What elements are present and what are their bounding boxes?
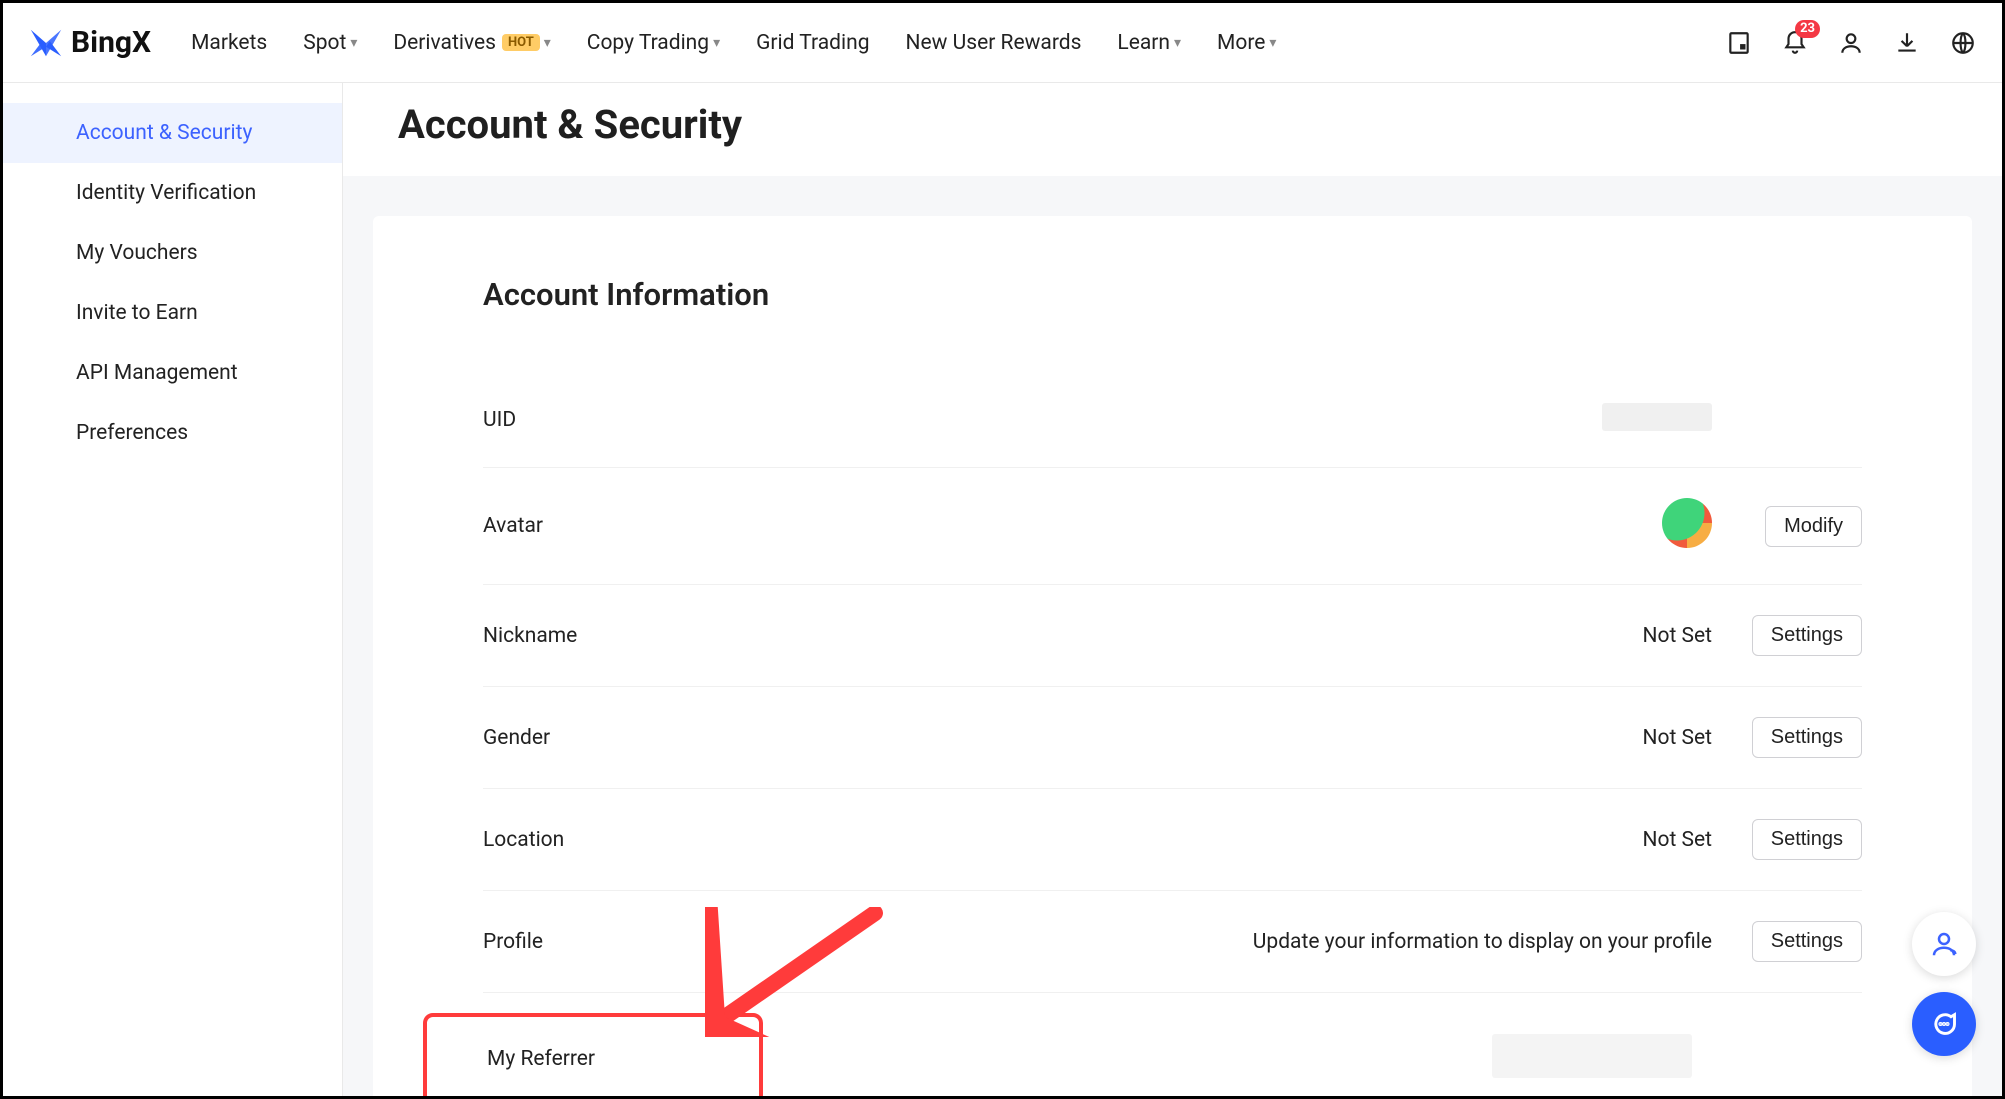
nav-derivatives-label: Derivatives bbox=[393, 31, 496, 55]
chevron-down-icon: ▾ bbox=[1174, 35, 1181, 51]
nickname-settings-button[interactable]: Settings bbox=[1752, 615, 1862, 656]
row-label-location: Location bbox=[483, 828, 783, 852]
row-action-avatar: Modify bbox=[1742, 506, 1862, 547]
sidebar-item-label: Preferences bbox=[76, 421, 188, 445]
location-settings-button[interactable]: Settings bbox=[1752, 819, 1862, 860]
support-icon bbox=[1929, 929, 1959, 959]
sidebar-item-api-management[interactable]: API Management bbox=[3, 343, 342, 403]
sidebar-item-invite-to-earn[interactable]: Invite to Earn bbox=[3, 283, 342, 343]
row-action-nickname: Settings bbox=[1742, 615, 1862, 656]
nav-learn[interactable]: Learn▾ bbox=[1117, 31, 1181, 55]
gender-settings-button[interactable]: Settings bbox=[1752, 717, 1862, 758]
row-value-uid bbox=[783, 403, 1742, 437]
row-action-profile: Settings bbox=[1742, 921, 1862, 962]
avatar-image bbox=[1662, 498, 1712, 548]
support-fab[interactable] bbox=[1912, 912, 1976, 976]
user-icon[interactable] bbox=[1836, 28, 1866, 58]
sidebar-item-identity-verification[interactable]: Identity Verification bbox=[3, 163, 342, 223]
notifications-icon[interactable]: 23 bbox=[1780, 28, 1810, 58]
nav-new-user-rewards-label: New User Rewards bbox=[906, 31, 1082, 55]
sidebar-item-account-security[interactable]: Account & Security bbox=[3, 103, 342, 163]
sidebar-item-label: Invite to Earn bbox=[76, 301, 198, 325]
sidebar-item-label: My Vouchers bbox=[76, 241, 198, 265]
nav-derivatives[interactable]: Derivatives HOT▾ bbox=[393, 31, 550, 55]
uid-masked-value bbox=[1602, 403, 1712, 431]
annotation-highlight-box: My Referrer bbox=[423, 1013, 763, 1096]
nav-copy-trading[interactable]: Copy Trading▾ bbox=[587, 31, 720, 55]
row-label-avatar: Avatar bbox=[483, 514, 783, 538]
sidebar-item-label: API Management bbox=[76, 361, 238, 385]
chevron-down-icon: ▾ bbox=[1269, 35, 1276, 51]
row-nickname: Nickname Not Set Settings bbox=[483, 585, 1862, 687]
row-action-location: Settings bbox=[1742, 819, 1862, 860]
sidebar-item-label: Account & Security bbox=[76, 121, 252, 145]
nav-learn-label: Learn bbox=[1117, 31, 1170, 55]
logo-mark-icon bbox=[27, 24, 65, 62]
chat-icon bbox=[1930, 1010, 1958, 1038]
sidebar-item-preferences[interactable]: Preferences bbox=[3, 403, 342, 463]
chevron-down-icon: ▾ bbox=[350, 35, 357, 51]
row-value-avatar bbox=[783, 498, 1742, 554]
row-label-gender: Gender bbox=[483, 726, 783, 750]
row-value-my-referrer bbox=[763, 1034, 1742, 1084]
nav-markets-label: Markets bbox=[191, 31, 267, 55]
nav-new-user-rewards[interactable]: New User Rewards bbox=[906, 31, 1082, 55]
row-label-nickname: Nickname bbox=[483, 624, 783, 648]
row-label-profile: Profile bbox=[483, 930, 783, 954]
nav-spot-label: Spot bbox=[303, 31, 346, 55]
row-value-profile: Update your information to display on yo… bbox=[783, 930, 1742, 954]
row-label-my-referrer: My Referrer bbox=[457, 1047, 729, 1071]
row-my-referrer: My Referrer bbox=[483, 993, 1862, 1096]
page-title-wrap: Account & Security bbox=[343, 83, 2002, 176]
row-value-gender: Not Set bbox=[783, 726, 1742, 750]
top-icons: 23 bbox=[1724, 28, 1978, 58]
topbar: BingX Markets Spot▾ DerivativesHOT▾ Copy… bbox=[3, 3, 2002, 83]
chevron-down-icon: ▾ bbox=[544, 35, 551, 51]
nav-grid-trading[interactable]: Grid Trading bbox=[756, 31, 869, 55]
modify-avatar-button[interactable]: Modify bbox=[1765, 506, 1862, 547]
layout: Account & Security Identity Verification… bbox=[3, 83, 2002, 1096]
nav-markets[interactable]: Markets bbox=[191, 31, 267, 55]
main-content: Account & Security Account Information U… bbox=[343, 83, 2002, 1096]
page-title: Account & Security bbox=[398, 101, 2002, 148]
nav-more-label: More bbox=[1217, 31, 1265, 55]
download-icon[interactable] bbox=[1892, 28, 1922, 58]
nav-grid-trading-label: Grid Trading bbox=[756, 31, 869, 55]
profile-settings-button[interactable]: Settings bbox=[1752, 921, 1862, 962]
main-nav: Markets Spot▾ DerivativesHOT▾ Copy Tradi… bbox=[191, 31, 1724, 55]
row-avatar: Avatar Modify bbox=[483, 468, 1862, 585]
notification-count-badge: 23 bbox=[1795, 20, 1820, 38]
section-heading: Account Information bbox=[483, 276, 1862, 313]
sidebar: Account & Security Identity Verification… bbox=[3, 83, 343, 1096]
nav-copy-trading-label: Copy Trading bbox=[587, 31, 709, 55]
referrer-masked-value bbox=[1492, 1034, 1692, 1078]
brand-name: BingX bbox=[71, 25, 151, 60]
chevron-down-icon: ▾ bbox=[713, 35, 720, 51]
nav-more[interactable]: More▾ bbox=[1217, 31, 1276, 55]
hot-badge: HOT bbox=[502, 34, 540, 51]
nav-spot[interactable]: Spot▾ bbox=[303, 31, 357, 55]
row-profile: Profile Update your information to displ… bbox=[483, 891, 1862, 993]
chat-fab[interactable] bbox=[1912, 992, 1976, 1056]
row-value-location: Not Set bbox=[783, 828, 1742, 852]
account-info-card: Account Information UID Avatar Modify Ni… bbox=[373, 216, 1972, 1096]
row-label-uid: UID bbox=[483, 408, 783, 432]
app-download-icon[interactable] bbox=[1724, 28, 1754, 58]
row-gender: Gender Not Set Settings bbox=[483, 687, 1862, 789]
sidebar-item-label: Identity Verification bbox=[76, 181, 256, 205]
row-value-nickname: Not Set bbox=[783, 624, 1742, 648]
sidebar-item-my-vouchers[interactable]: My Vouchers bbox=[3, 223, 342, 283]
row-action-gender: Settings bbox=[1742, 717, 1862, 758]
globe-icon[interactable] bbox=[1948, 28, 1978, 58]
brand-logo[interactable]: BingX bbox=[27, 24, 151, 62]
row-uid: UID bbox=[483, 373, 1862, 468]
row-location: Location Not Set Settings bbox=[483, 789, 1862, 891]
